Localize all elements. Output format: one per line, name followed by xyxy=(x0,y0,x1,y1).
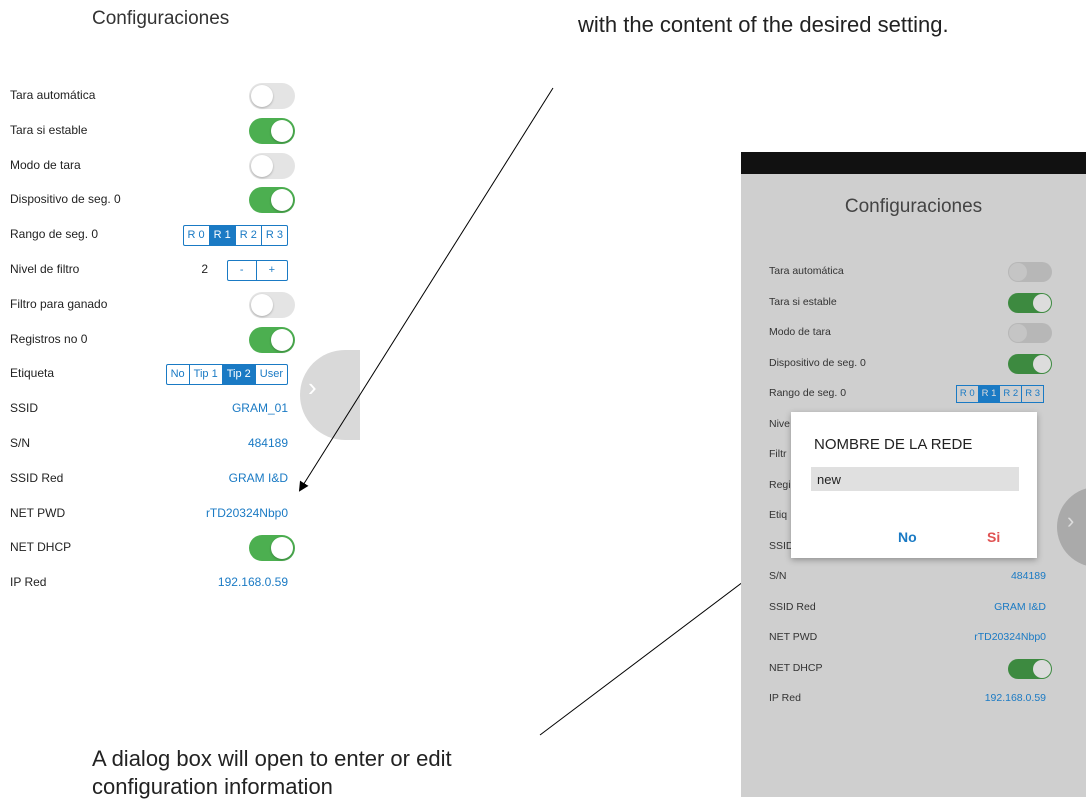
segment-option[interactable]: R 0 xyxy=(957,386,978,402)
phone-settings-row: SSID Red GRAM I&D xyxy=(741,593,1086,623)
phone-setting-toggle[interactable] xyxy=(1008,323,1052,343)
phone-setting-toggle[interactable] xyxy=(1008,353,1052,374)
phone-page-title: Configuraciones xyxy=(844,196,983,217)
phone-setting-label: Etiq xyxy=(769,509,788,521)
network-name-dialog: NOMBRE DE LA REDE No Si xyxy=(791,412,1037,558)
segment-option[interactable]: R 3 xyxy=(1021,386,1043,402)
phone-setting-label: Tara automática xyxy=(769,265,844,277)
phone-setting-value[interactable]: 484189 xyxy=(1011,570,1046,582)
chevron-right-icon: › xyxy=(1067,508,1075,533)
phone-setting-label: Tara si estable xyxy=(769,295,837,308)
phone-segmented-control: R 0R 1R 2R 3 xyxy=(955,385,1044,403)
caption-bottom-line1: A dialog box will open to enter or edit xyxy=(92,746,452,771)
phone-setting-toggle[interactable] xyxy=(1008,262,1052,282)
caption-bottom: A dialog box will open to enter or edit … xyxy=(92,746,452,800)
phone-settings-row: Tara si estable xyxy=(741,288,1086,318)
phone-settings-row: Rango de seg. 0 R 0R 1R 2R 3 xyxy=(741,379,1086,409)
phone-setting-value[interactable]: rTD20324Nbp0 xyxy=(974,631,1046,643)
phone-setting-label: Dispositivo de seg. 0 xyxy=(769,356,866,369)
phone-settings-row: IP Red 192.168.0.59 xyxy=(741,684,1086,714)
phone-setting-label: SSID Red xyxy=(769,600,816,613)
toggle-knob xyxy=(1033,354,1051,373)
phone-status-bar xyxy=(741,152,1086,174)
segment-option[interactable]: R 2 xyxy=(999,386,1021,402)
toggle-knob xyxy=(1033,293,1051,312)
network-name-input[interactable] xyxy=(811,467,1019,491)
phone-setting-label: S/N xyxy=(769,570,787,582)
phone-setting-value[interactable]: 192.168.0.59 xyxy=(985,692,1046,704)
caption-bottom-line2: configuration information xyxy=(92,774,333,799)
phone-setting-label: NET PWD xyxy=(769,631,818,643)
phone-setting-label: Regi xyxy=(769,478,791,491)
phone-settings-row: S/N 484189 xyxy=(741,562,1086,592)
phone-settings-row: Dispositivo de seg. 0 xyxy=(741,349,1086,379)
toggle-knob xyxy=(1009,263,1027,281)
phone-setting-label: Modo de tara xyxy=(769,326,831,338)
phone-settings-row: Modo de tara xyxy=(741,318,1086,348)
phone-setting-toggle[interactable] xyxy=(1008,658,1052,679)
toggle-knob xyxy=(1009,324,1027,342)
phone-setting-label: Rango de seg. 0 xyxy=(769,387,847,399)
phone-settings-row: NET PWD rTD20324Nbp0 xyxy=(741,623,1086,653)
phone-setting-label: Nive xyxy=(769,417,791,430)
phone-screenshot: Configuraciones Tara automática Tara si e… xyxy=(741,152,1086,797)
phone-settings-row: Tara automática xyxy=(741,257,1086,287)
phone-setting-value[interactable]: GRAM I&D xyxy=(994,601,1046,613)
dialog-si-button[interactable]: Si xyxy=(987,529,1000,545)
phone-setting-toggle[interactable] xyxy=(1008,292,1052,313)
phone-setting-label: NET DHCP xyxy=(769,661,823,674)
dialog-no-button[interactable]: No xyxy=(898,529,917,545)
phone-settings-row: NET DHCP xyxy=(741,654,1086,684)
toggle-knob xyxy=(1033,659,1051,678)
phone-setting-label: SSID xyxy=(769,539,794,552)
arrow-to-ssid-red xyxy=(298,87,554,492)
phone-setting-label: IP Red xyxy=(769,692,801,704)
segment-option[interactable]: R 1 xyxy=(977,386,1000,402)
dialog-title: NOMBRE DE LA REDE xyxy=(814,436,973,453)
phone-setting-label: Filtr xyxy=(769,448,787,460)
